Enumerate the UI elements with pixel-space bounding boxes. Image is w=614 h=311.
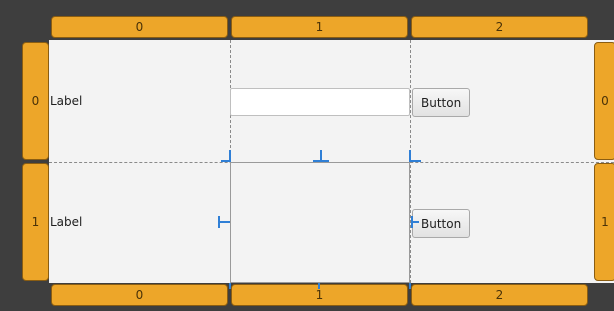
anchor-guide-marker — [411, 216, 413, 228]
anchor-guide-marker — [219, 221, 230, 223]
column-header-bottom-0[interactable]: 0 — [51, 284, 228, 306]
column-header-top-2[interactable]: 2 — [411, 16, 588, 38]
row0-label: Label — [50, 94, 83, 108]
anchor-guide-marker — [318, 283, 320, 289]
anchor-guide-marker — [229, 283, 231, 289]
anchor-guide-marker — [409, 283, 411, 289]
row0-button[interactable]: Button — [412, 88, 471, 117]
row-header-right-0[interactable]: 0 — [594, 42, 614, 160]
row0-text-field[interactable] — [230, 88, 410, 116]
column-header-bottom-2[interactable]: 2 — [411, 284, 588, 306]
column-header-top-1[interactable]: 1 — [231, 16, 408, 38]
row-header-left-1[interactable]: 1 — [22, 163, 49, 281]
selected-cell — [230, 162, 410, 283]
anchor-guide-marker — [313, 160, 329, 162]
grid-pane[interactable]: Label Button Label Button — [49, 40, 614, 283]
row-header-right-1[interactable]: 1 — [594, 163, 614, 281]
row1-label: Label — [50, 215, 83, 229]
anchor-guide-marker — [221, 160, 230, 162]
row-header-left-0[interactable]: 0 — [22, 42, 49, 160]
anchor-guide-marker — [411, 160, 421, 162]
anchor-guide-marker — [218, 216, 220, 228]
row1-button[interactable]: Button — [412, 209, 471, 238]
column-header-top-0[interactable]: 0 — [51, 16, 228, 38]
gridpane-layout-editor: 0 1 2 0 1 Label Button Label Button 0 1 … — [0, 0, 614, 311]
